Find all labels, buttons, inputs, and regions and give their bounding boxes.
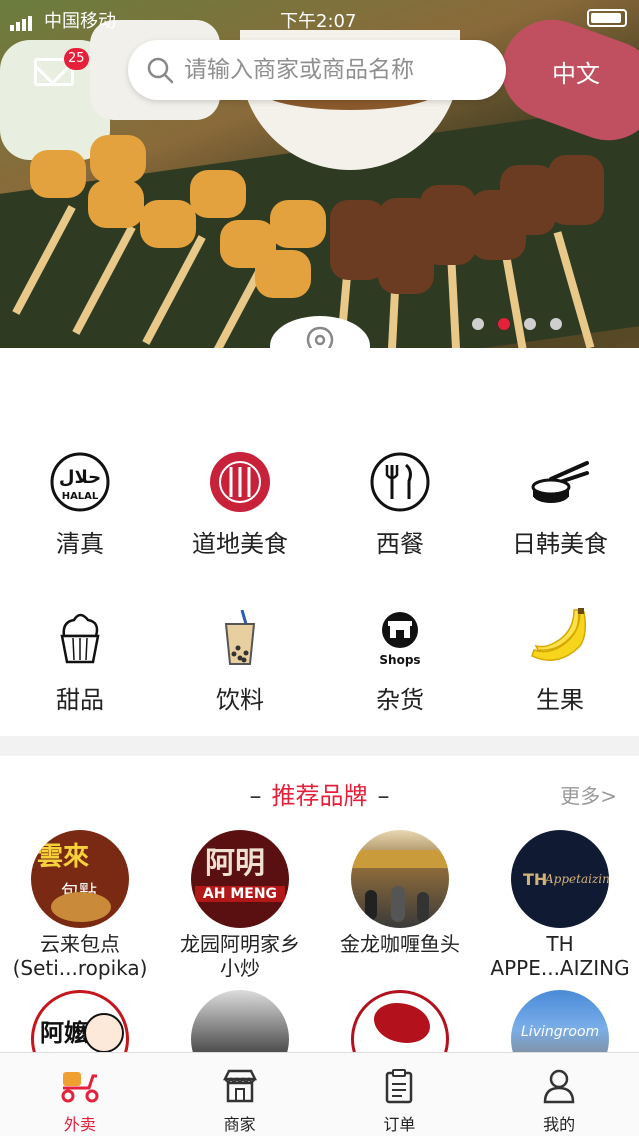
promo-banner[interactable]: 中国移动 下午2:07 25 中文 xyxy=(0,0,639,348)
brand-logo xyxy=(351,830,449,928)
category-local-food[interactable]: 道地美食 xyxy=(160,450,320,559)
category-grocery[interactable]: Shops 杂货 xyxy=(320,606,480,715)
category-drinks[interactable]: 饮料 xyxy=(160,606,320,715)
category-label: 日韩美食 xyxy=(512,530,608,558)
order-icon xyxy=(386,1069,413,1104)
banner-pagination xyxy=(472,318,562,330)
tab-takeout[interactable]: 外卖 xyxy=(0,1053,160,1136)
category-fruit[interactable]: 生果 xyxy=(480,606,639,715)
category-label: 杂货 xyxy=(376,686,424,714)
category-western-food[interactable]: 西餐 xyxy=(320,450,480,559)
search-icon xyxy=(147,57,174,84)
more-link[interactable]: 更多> xyxy=(560,780,617,809)
category-label: 生果 xyxy=(536,686,584,714)
brand-logo: 雲來 包點 xyxy=(31,830,129,928)
category-japanese-korean[interactable]: 日韩美食 xyxy=(480,450,639,559)
category-label: 道地美食 xyxy=(192,530,288,558)
brand-card[interactable]: 雲來 包點 云来包点 (Seti...ropika) xyxy=(0,830,160,980)
section-title-text: 推荐品牌 xyxy=(271,782,368,810)
local-food-icon xyxy=(210,452,270,512)
store-icon xyxy=(222,1069,257,1103)
western-food-icon xyxy=(370,452,430,512)
cupcake-icon xyxy=(60,613,100,664)
brand-name: 龙园阿明家乡 xyxy=(180,932,300,956)
pagination-dot[interactable] xyxy=(472,318,484,330)
pagination-dot-active[interactable] xyxy=(498,318,510,330)
tab-label: 订单 xyxy=(383,1115,416,1134)
search-bar[interactable] xyxy=(128,40,506,100)
tab-label: 外卖 xyxy=(63,1115,96,1134)
status-bar: 中国移动 下午2:07 xyxy=(0,0,639,36)
pagination-dot[interactable] xyxy=(550,318,562,330)
search-input[interactable] xyxy=(184,57,484,83)
bubble-tea-icon xyxy=(224,610,256,665)
brand-card[interactable]: 阿明 AH MENG 龙园阿明家乡 小炒 xyxy=(160,830,320,980)
shop-icon: Shops xyxy=(379,612,421,667)
recommended-brands: –推荐品牌– 更多> 雲來 包點 云来包点 (Seti...ropika) 阿明… xyxy=(0,756,639,1088)
brand-name-line2: 小炒 xyxy=(220,956,260,980)
category-label: 西餐 xyxy=(376,530,424,558)
shop-icon-label: Shops xyxy=(379,653,420,667)
carrier-label: 中国移动 xyxy=(44,11,116,32)
section-title: – 推荐品牌 – xyxy=(249,782,390,810)
category-dessert[interactable]: 甜品 xyxy=(0,606,160,715)
category-grid: حلال HALAL 清真 道地美食 西餐 日韩美食 甜品 饮料 Shops 杂… xyxy=(0,348,639,736)
banana-icon xyxy=(531,608,587,661)
brand-logo: TH Appetaizing xyxy=(511,830,609,928)
scooter-icon xyxy=(61,1072,99,1103)
clock: 下午2:07 xyxy=(280,11,357,32)
brand-name: 金龙咖喱鱼头 xyxy=(340,932,460,956)
brand-name-line2: (Seti...ropika) xyxy=(12,956,148,980)
pagination-dot[interactable] xyxy=(524,318,536,330)
location-pin-icon[interactable] xyxy=(305,326,335,348)
category-label: 饮料 xyxy=(216,686,264,714)
category-label: 甜品 xyxy=(56,686,104,714)
brand-logo: 阿明 AH MENG xyxy=(191,830,289,928)
profile-icon xyxy=(543,1069,575,1104)
brand-name-line2: APPE...AIZING xyxy=(490,956,630,980)
japanese-korean-food-icon xyxy=(531,461,589,503)
brand-name: TH xyxy=(546,932,574,956)
category-halal[interactable]: حلال HALAL 清真 xyxy=(0,450,160,559)
signal-icon xyxy=(10,10,34,31)
category-label: 清真 xyxy=(56,530,104,558)
brand-card[interactable]: TH Appetaizing TH APPE...AIZING xyxy=(480,830,639,980)
unread-badge: 25 xyxy=(64,48,89,70)
language-switch[interactable]: 中文 xyxy=(552,54,600,89)
bottom-tab-bar: 外卖 商家 订单 我的 xyxy=(0,1052,639,1136)
brand-name: 云来包点 xyxy=(40,932,120,956)
svg-text:حلال: حلال xyxy=(59,467,101,488)
svg-text:HALAL: HALAL xyxy=(62,491,99,502)
tab-label: 商家 xyxy=(223,1115,256,1134)
tab-label: 我的 xyxy=(543,1115,576,1134)
tab-merchants[interactable]: 商家 xyxy=(160,1053,320,1136)
battery-icon xyxy=(587,9,627,27)
tab-profile[interactable]: 我的 xyxy=(479,1053,639,1136)
brand-card[interactable]: 金龙咖喱鱼头 xyxy=(320,830,480,956)
tab-orders[interactable]: 订单 xyxy=(320,1053,480,1136)
halal-icon: حلال HALAL xyxy=(50,452,110,512)
